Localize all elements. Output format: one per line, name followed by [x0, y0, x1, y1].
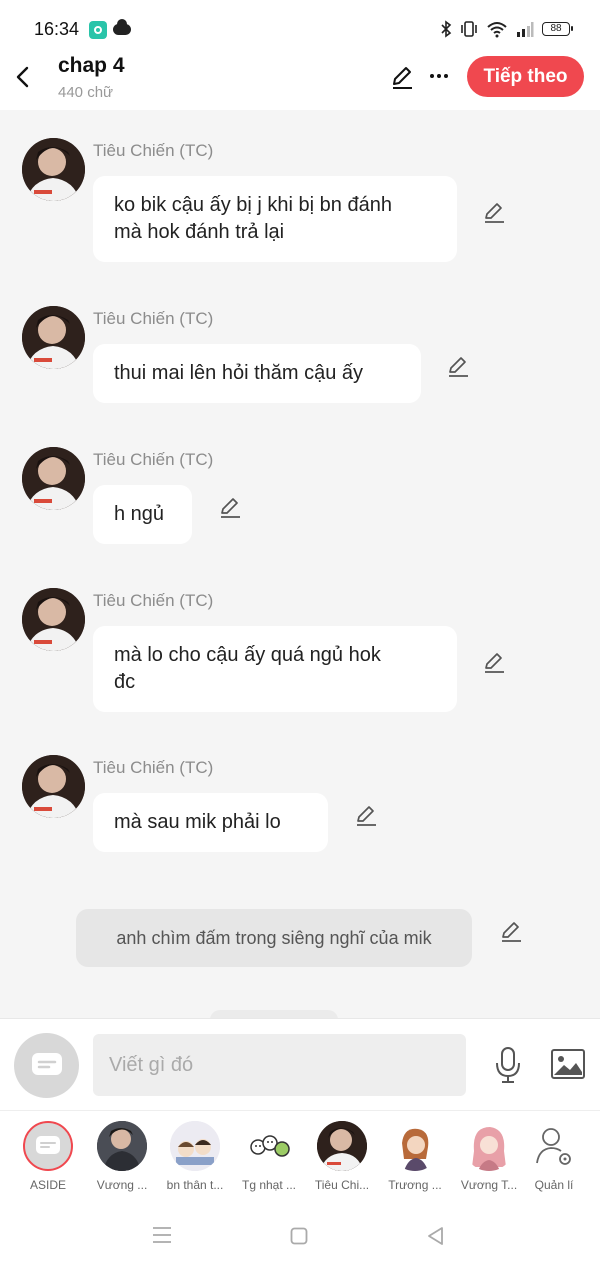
message-bubble[interactable]: h ngủ	[93, 485, 192, 544]
edit-message-icon[interactable]	[218, 495, 242, 519]
character-label: Vương ...	[96, 1178, 148, 1192]
avatar	[390, 1121, 440, 1171]
character-label: Trương ...	[388, 1178, 442, 1192]
message-input[interactable]: Viết gì đó	[93, 1034, 466, 1096]
page-title: chap 4	[58, 54, 125, 77]
image-icon[interactable]	[550, 1048, 586, 1080]
edit-message-icon[interactable]	[354, 803, 378, 827]
battery-icon: 88	[542, 22, 573, 36]
sender-name: Tiêu Chiến (TC)	[93, 450, 214, 469]
vibrate-icon	[461, 21, 477, 37]
messenger-app-icon	[89, 21, 107, 39]
avatar	[464, 1121, 514, 1171]
next-button[interactable]: Tiếp theo	[467, 56, 584, 97]
avatar	[244, 1121, 294, 1171]
character-label: Tg nhạt ...	[241, 1178, 297, 1192]
edit-title-icon[interactable]	[390, 64, 414, 90]
avatar[interactable]	[22, 755, 85, 818]
bluetooth-icon	[441, 20, 452, 38]
character-label: bn thân t...	[166, 1178, 224, 1192]
character-item[interactable]: Tg nhạt ...	[232, 1121, 306, 1192]
home-icon[interactable]	[290, 1227, 308, 1245]
character-manage[interactable]: Quản lí	[517, 1121, 591, 1192]
character-aside[interactable]: ASIDE	[11, 1121, 85, 1192]
message-bubble[interactable]: ko bik cậu ấy bị j khi bị bn đánh mà hok…	[93, 176, 457, 262]
sender-name: Tiêu Chiến (TC)	[93, 309, 214, 328]
aside-toggle-button[interactable]	[14, 1033, 79, 1098]
character-label: ASIDE	[29, 1178, 66, 1192]
microphone-icon[interactable]	[494, 1046, 522, 1084]
back-nav-icon[interactable]	[426, 1226, 444, 1246]
message-bubble[interactable]: mà sau mik phải lo	[93, 793, 328, 852]
character-item[interactable]: Vương ...	[85, 1121, 159, 1192]
sender-name: Tiêu Chiến (TC)	[93, 758, 214, 777]
avatar	[317, 1121, 367, 1171]
character-label: Tiêu Chi...	[314, 1178, 370, 1192]
edit-aside-icon[interactable]	[499, 919, 523, 943]
character-label: Quản lí	[534, 1178, 574, 1192]
edit-message-icon[interactable]	[446, 354, 470, 378]
avatar	[97, 1121, 147, 1171]
wifi-icon	[487, 22, 507, 38]
edit-message-icon[interactable]	[482, 650, 506, 674]
avatar	[170, 1121, 220, 1171]
edit-message-icon[interactable]	[482, 200, 506, 224]
character-item[interactable]: bn thân t...	[158, 1121, 232, 1192]
cloud-icon	[113, 19, 131, 35]
message-bubble[interactable]: thui mai lên hỏi thăm cậu ấy	[93, 344, 421, 403]
character-label: Vương T...	[460, 1178, 518, 1192]
chat-area[interactable]: Tiêu Chiến (TC) ko bik cậu ấy bị j khi b…	[0, 110, 600, 1018]
sender-name: Tiêu Chiến (TC)	[93, 591, 214, 610]
message-bubble[interactable]: mà lo cho cậu ấy quá ngủ hok đc	[93, 626, 457, 712]
avatar	[23, 1121, 73, 1171]
menu-icon[interactable]	[152, 1226, 172, 1244]
manage-characters-icon	[529, 1121, 579, 1171]
more-icon[interactable]	[429, 73, 449, 79]
input-bar: Viết gì đó	[0, 1018, 600, 1110]
character-item[interactable]: Trương ...	[378, 1121, 452, 1192]
sender-name: Tiêu Chiến (TC)	[93, 141, 214, 160]
system-nav-bar	[0, 1200, 600, 1267]
chat-bubble-icon	[36, 1136, 60, 1154]
character-item[interactable]: Tiêu Chi...	[305, 1121, 379, 1192]
character-bar: ASIDE Vương ... bn thân t... Tg nhạt ...…	[0, 1110, 600, 1200]
aside-message[interactable]: anh chìm đấm trong siêng nghĩ của mik	[76, 909, 472, 967]
next-message-preview	[210, 1010, 338, 1018]
back-icon[interactable]	[14, 66, 32, 88]
status-time: 16:34	[34, 19, 80, 39]
avatar[interactable]	[22, 588, 85, 651]
word-count: 440 chữ	[58, 84, 114, 101]
avatar[interactable]	[22, 447, 85, 510]
header: chap 4 440 chữ Tiếp theo	[0, 42, 600, 110]
avatar[interactable]	[22, 138, 85, 201]
avatar[interactable]	[22, 306, 85, 369]
character-item[interactable]: Vương T...	[452, 1121, 526, 1192]
chat-bubble-icon	[32, 1053, 62, 1075]
signal-icon	[517, 22, 534, 37]
